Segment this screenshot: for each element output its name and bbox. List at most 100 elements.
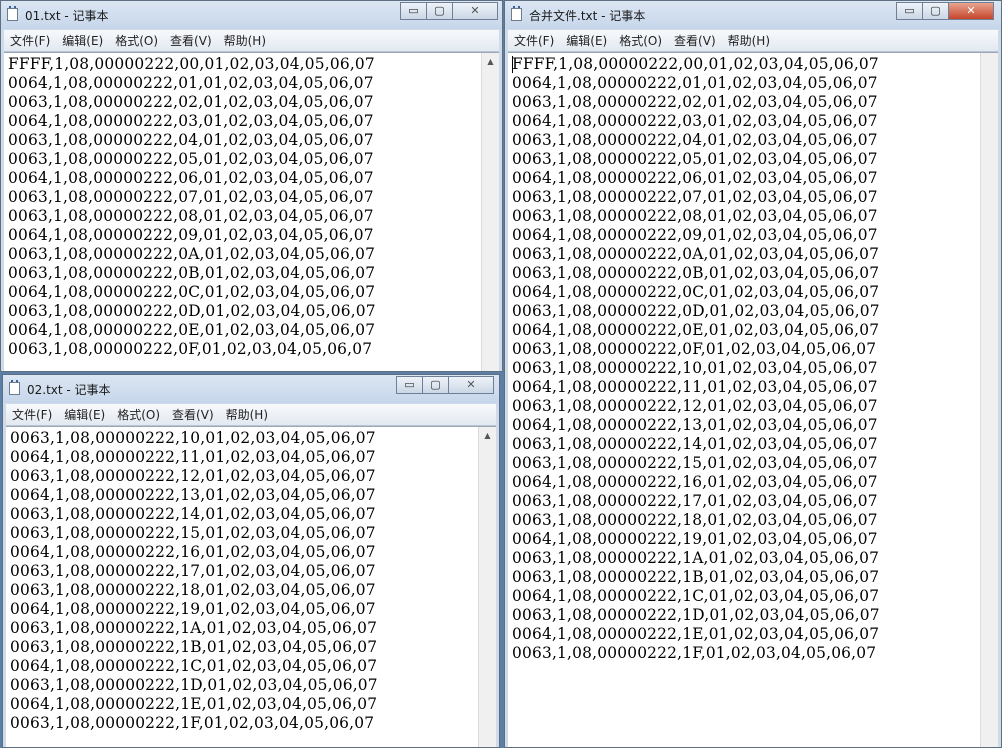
vertical-scrollbar[interactable] bbox=[980, 53, 998, 747]
menu-view[interactable]: 查看(V) bbox=[164, 31, 218, 49]
menu-bar: 文件(F) 编辑(E) 格式(O) 查看(V) 帮助(H) bbox=[4, 30, 499, 52]
text-line: 0063,1,08,00000222,02,01,02,03,04,05,06,… bbox=[8, 93, 374, 111]
text-line: 0064,1,08,00000222,06,01,02,03,04,05,06,… bbox=[512, 169, 878, 187]
minimize-button[interactable]: ▭ bbox=[896, 2, 923, 20]
text-line: 0064,1,08,00000222,03,01,02,03,04,05,06,… bbox=[8, 112, 374, 130]
text-line: 0064,1,08,00000222,06,01,02,03,04,05,06,… bbox=[8, 169, 374, 187]
text-line: FFFF,1,08,00000222,00,01,02,03,04,05,06,… bbox=[8, 55, 375, 73]
text-line: 0064,1,08,00000222,01,01,02,03,04,05,06,… bbox=[8, 74, 374, 92]
text-line: 0063,1,08,00000222,0D,01,02,03,04,05,06,… bbox=[8, 302, 376, 320]
text-editor[interactable]: FFFF,1,08,00000222,00,01,02,03,04,05,06,… bbox=[4, 52, 499, 371]
menu-view[interactable]: 查看(V) bbox=[668, 31, 722, 49]
minimize-button[interactable]: ▭ bbox=[396, 376, 423, 394]
window-title: 01.txt - 记事本 bbox=[25, 9, 109, 23]
menu-edit[interactable]: 编辑(E) bbox=[560, 31, 613, 49]
text-line: 0064,1,08,00000222,16,01,02,03,04,05,06,… bbox=[10, 543, 376, 561]
menu-edit[interactable]: 编辑(E) bbox=[58, 405, 111, 423]
text-line: 0064,1,08,00000222,01,01,02,03,04,05,06,… bbox=[512, 74, 878, 92]
menu-format[interactable]: 格式(O) bbox=[109, 31, 164, 49]
text-line: 0064,1,08,00000222,13,01,02,03,04,05,06,… bbox=[512, 416, 878, 434]
text-line: 0063,1,08,00000222,1F,01,02,03,04,05,06,… bbox=[512, 644, 877, 662]
notepad-icon bbox=[511, 6, 522, 21]
editor-content[interactable]: 0063,1,08,00000222,10,01,02,03,04,05,06,… bbox=[10, 429, 378, 733]
notepad-window-02[interactable]: 02.txt - 记事本 ▭ ▢ ✕ 文件(F) 编辑(E) 格式(O) 查看(V) 帮… bbox=[2, 374, 500, 748]
minimize-button[interactable]: ▭ bbox=[400, 2, 427, 20]
notepad-window-merged[interactable]: 合并文件.txt - 记事本 ▭ ▢ ✕ 文件(F) 编辑(E) 格式(O) 查看(V… bbox=[504, 0, 1002, 748]
text-line: 0063,1,08,00000222,02,01,02,03,04,05,06,… bbox=[512, 93, 878, 111]
vertical-scrollbar[interactable]: ▲ bbox=[481, 53, 499, 371]
vertical-scrollbar[interactable]: ▲ bbox=[478, 427, 496, 747]
text-line: 0063,1,08,00000222,04,01,02,03,04,05,06,… bbox=[512, 131, 878, 149]
maximize-button[interactable]: ▢ bbox=[922, 2, 949, 20]
menu-edit[interactable]: 编辑(E) bbox=[56, 31, 109, 49]
text-line: 0063,1,08,00000222,07,01,02,03,04,05,06,… bbox=[8, 188, 374, 206]
menu-view[interactable]: 查看(V) bbox=[166, 405, 220, 423]
text-line: 0063,1,08,00000222,07,01,02,03,04,05,06,… bbox=[512, 188, 878, 206]
text-line: 0063,1,08,00000222,14,01,02,03,04,05,06,… bbox=[512, 435, 878, 453]
text-line: 0064,1,08,00000222,0C,01,02,03,04,05,06,… bbox=[8, 283, 376, 301]
text-line: 0064,1,08,00000222,09,01,02,03,04,05,06,… bbox=[8, 226, 374, 244]
text-line: 0063,1,08,00000222,17,01,02,03,04,05,06,… bbox=[512, 492, 878, 510]
text-line: 0063,1,08,00000222,05,01,02,03,04,05,06,… bbox=[512, 150, 878, 168]
text-line: 0063,1,08,00000222,15,01,02,03,04,05,06,… bbox=[10, 524, 376, 542]
text-line: 0063,1,08,00000222,1D,01,02,03,04,05,06,… bbox=[512, 606, 880, 624]
text-line: 0063,1,08,00000222,1A,01,02,03,04,05,06,… bbox=[10, 619, 378, 637]
text-line: 0063,1,08,00000222,0B,01,02,03,04,05,06,… bbox=[512, 264, 880, 282]
text-line: 0064,1,08,00000222,11,01,02,03,04,05,06,… bbox=[10, 448, 376, 466]
text-line: 0063,1,08,00000222,12,01,02,03,04,05,06,… bbox=[512, 397, 878, 415]
text-line: 0064,1,08,00000222,19,01,02,03,04,05,06,… bbox=[512, 530, 878, 548]
notepad-window-01[interactable]: 01.txt - 记事本 ▭ ▢ ✕ 文件(F) 编辑(E) 格式(O) 查看(V) 帮… bbox=[0, 0, 503, 372]
text-line: 0064,1,08,00000222,0E,01,02,03,04,05,06,… bbox=[512, 321, 880, 339]
close-button[interactable]: ✕ bbox=[452, 2, 498, 20]
editor-content[interactable]: FFFF,1,08,00000222,00,01,02,03,04,05,06,… bbox=[512, 55, 880, 663]
close-button[interactable]: ✕ bbox=[448, 376, 494, 394]
text-line: 0063,1,08,00000222,08,01,02,03,04,05,06,… bbox=[8, 207, 374, 225]
text-line: 0063,1,08,00000222,12,01,02,03,04,05,06,… bbox=[10, 467, 376, 485]
maximize-button[interactable]: ▢ bbox=[422, 376, 449, 394]
title-bar[interactable]: 合并文件.txt - 记事本 ▭ ▢ ✕ bbox=[505, 1, 1001, 29]
text-line: 0064,1,08,00000222,16,01,02,03,04,05,06,… bbox=[512, 473, 878, 491]
text-line: FFFF,1,08,00000222,00,01,02,03,04,05,06,… bbox=[512, 55, 879, 73]
window-title: 合并文件.txt - 记事本 bbox=[529, 9, 646, 23]
menu-help[interactable]: 帮助(H) bbox=[220, 405, 274, 423]
text-line: 0063,1,08,00000222,18,01,02,03,04,05,06,… bbox=[512, 511, 878, 529]
text-line: 0063,1,08,00000222,0A,01,02,03,04,05,06,… bbox=[8, 245, 376, 263]
text-line: 0063,1,08,00000222,17,01,02,03,04,05,06,… bbox=[10, 562, 376, 580]
text-editor[interactable]: 0063,1,08,00000222,10,01,02,03,04,05,06,… bbox=[6, 426, 496, 747]
text-line: 0064,1,08,00000222,1E,01,02,03,04,05,06,… bbox=[10, 695, 378, 713]
scroll-up-icon[interactable]: ▲ bbox=[479, 427, 496, 444]
text-editor[interactable]: FFFF,1,08,00000222,00,01,02,03,04,05,06,… bbox=[508, 52, 998, 747]
title-bar[interactable]: 01.txt - 记事本 ▭ ▢ ✕ bbox=[1, 1, 502, 29]
menu-bar: 文件(F) 编辑(E) 格式(O) 查看(V) 帮助(H) bbox=[6, 404, 496, 426]
maximize-button[interactable]: ▢ bbox=[426, 2, 453, 20]
text-line: 0063,1,08,00000222,10,01,02,03,04,05,06,… bbox=[10, 429, 376, 447]
close-button[interactable]: ✕ bbox=[948, 2, 994, 20]
text-line: 0064,1,08,00000222,0E,01,02,03,04,05,06,… bbox=[8, 321, 376, 339]
scroll-up-icon[interactable]: ▲ bbox=[482, 53, 499, 70]
menu-format[interactable]: 格式(O) bbox=[111, 405, 166, 423]
text-line: 0063,1,08,00000222,1A,01,02,03,04,05,06,… bbox=[512, 549, 880, 567]
text-line: 0064,1,08,00000222,1C,01,02,03,04,05,06,… bbox=[512, 587, 880, 605]
text-line: 0063,1,08,00000222,08,01,02,03,04,05,06,… bbox=[512, 207, 878, 225]
editor-content[interactable]: FFFF,1,08,00000222,00,01,02,03,04,05,06,… bbox=[8, 55, 376, 359]
text-line: 0063,1,08,00000222,0D,01,02,03,04,05,06,… bbox=[512, 302, 880, 320]
menu-help[interactable]: 帮助(H) bbox=[722, 31, 776, 49]
text-line: 0064,1,08,00000222,11,01,02,03,04,05,06,… bbox=[512, 378, 878, 396]
text-line: 0064,1,08,00000222,13,01,02,03,04,05,06,… bbox=[10, 486, 376, 504]
text-line: 0063,1,08,00000222,1B,01,02,03,04,05,06,… bbox=[10, 638, 378, 656]
menu-format[interactable]: 格式(O) bbox=[613, 31, 668, 49]
notepad-icon bbox=[7, 6, 18, 21]
text-line: 0063,1,08,00000222,18,01,02,03,04,05,06,… bbox=[10, 581, 376, 599]
menu-file[interactable]: 文件(F) bbox=[508, 31, 560, 49]
menu-file[interactable]: 文件(F) bbox=[4, 31, 56, 49]
text-line: 0064,1,08,00000222,03,01,02,03,04,05,06,… bbox=[512, 112, 878, 130]
text-line: 0064,1,08,00000222,1C,01,02,03,04,05,06,… bbox=[10, 657, 378, 675]
menu-file[interactable]: 文件(F) bbox=[6, 405, 58, 423]
menu-help[interactable]: 帮助(H) bbox=[218, 31, 272, 49]
text-line: 0063,1,08,00000222,0F,01,02,03,04,05,06,… bbox=[512, 340, 877, 358]
title-bar[interactable]: 02.txt - 记事本 ▭ ▢ ✕ bbox=[3, 375, 499, 403]
text-line: 0063,1,08,00000222,04,01,02,03,04,05,06,… bbox=[8, 131, 374, 149]
text-line: 0063,1,08,00000222,0A,01,02,03,04,05,06,… bbox=[512, 245, 880, 263]
text-line: 0063,1,08,00000222,0F,01,02,03,04,05,06,… bbox=[8, 340, 373, 358]
text-line: 0063,1,08,00000222,05,01,02,03,04,05,06,… bbox=[8, 150, 374, 168]
